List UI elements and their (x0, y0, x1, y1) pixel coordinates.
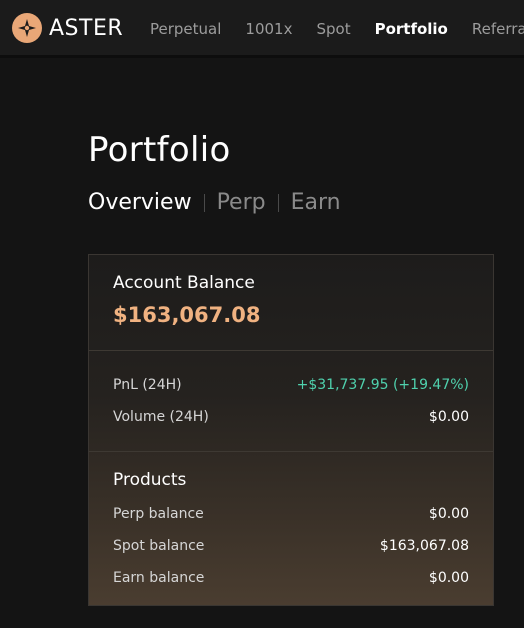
earn-balance-label: Earn balance (113, 570, 205, 586)
products-title: Products (113, 470, 187, 490)
perp-balance-value: $0.00 (428, 506, 469, 522)
volume-label: Volume (24H) (113, 409, 209, 425)
pnl-label: PnL (24H) (113, 377, 182, 393)
top-navigation-bar: ASTER Perpetual 1001x Spot Portfolio Ref… (0, 0, 524, 58)
volume-value: $0.00 (428, 409, 469, 425)
tab-overview[interactable]: Overview (88, 190, 192, 215)
nav-item-1001x[interactable]: 1001x (245, 20, 292, 38)
products-section: Products Perp balance $0.00 Spot balance… (89, 452, 493, 588)
portfolio-overview-card: Account Balance $163,067.08 PnL (24H) +$… (88, 254, 494, 606)
spot-balance-value: $163,067.08 (379, 538, 469, 554)
spot-balance-row: Spot balance $163,067.08 (113, 536, 469, 556)
account-balance-section: Account Balance $163,067.08 (89, 255, 493, 351)
aster-logo[interactable]: ASTER (12, 13, 123, 43)
perp-balance-row: Perp balance $0.00 (113, 504, 469, 524)
main-nav: Perpetual 1001x Spot Portfolio Referral (150, 0, 524, 58)
nav-item-spot[interactable]: Spot (316, 20, 350, 38)
stats-section: PnL (24H) +$31,737.95 (+19.47%) Volume (… (89, 351, 493, 452)
page-title: Portfolio (88, 130, 231, 170)
earn-balance-row: Earn balance $0.00 (113, 568, 469, 588)
account-balance-label: Account Balance (113, 273, 255, 293)
pnl-row: PnL (24H) +$31,737.95 (+19.47%) (113, 375, 469, 395)
volume-row: Volume (24H) $0.00 (113, 407, 469, 427)
account-balance-value: $163,067.08 (113, 303, 261, 327)
tab-divider (203, 193, 205, 212)
nav-item-perpetual[interactable]: Perpetual (150, 20, 221, 38)
spot-balance-label: Spot balance (113, 538, 205, 554)
tab-earn[interactable]: Earn (291, 190, 341, 215)
pnl-value: +$31,737.95 (+19.47%) (296, 377, 469, 393)
tab-divider (277, 193, 279, 212)
nav-item-portfolio[interactable]: Portfolio (375, 20, 448, 38)
earn-balance-value: $0.00 (428, 570, 469, 586)
tab-perp[interactable]: Perp (217, 190, 266, 215)
aster-star-icon (12, 13, 42, 43)
portfolio-tabs: Overview Perp Earn (88, 190, 341, 215)
perp-balance-label: Perp balance (113, 506, 204, 522)
brand-name: ASTER (49, 15, 124, 41)
nav-item-referral[interactable]: Referral (472, 20, 524, 38)
